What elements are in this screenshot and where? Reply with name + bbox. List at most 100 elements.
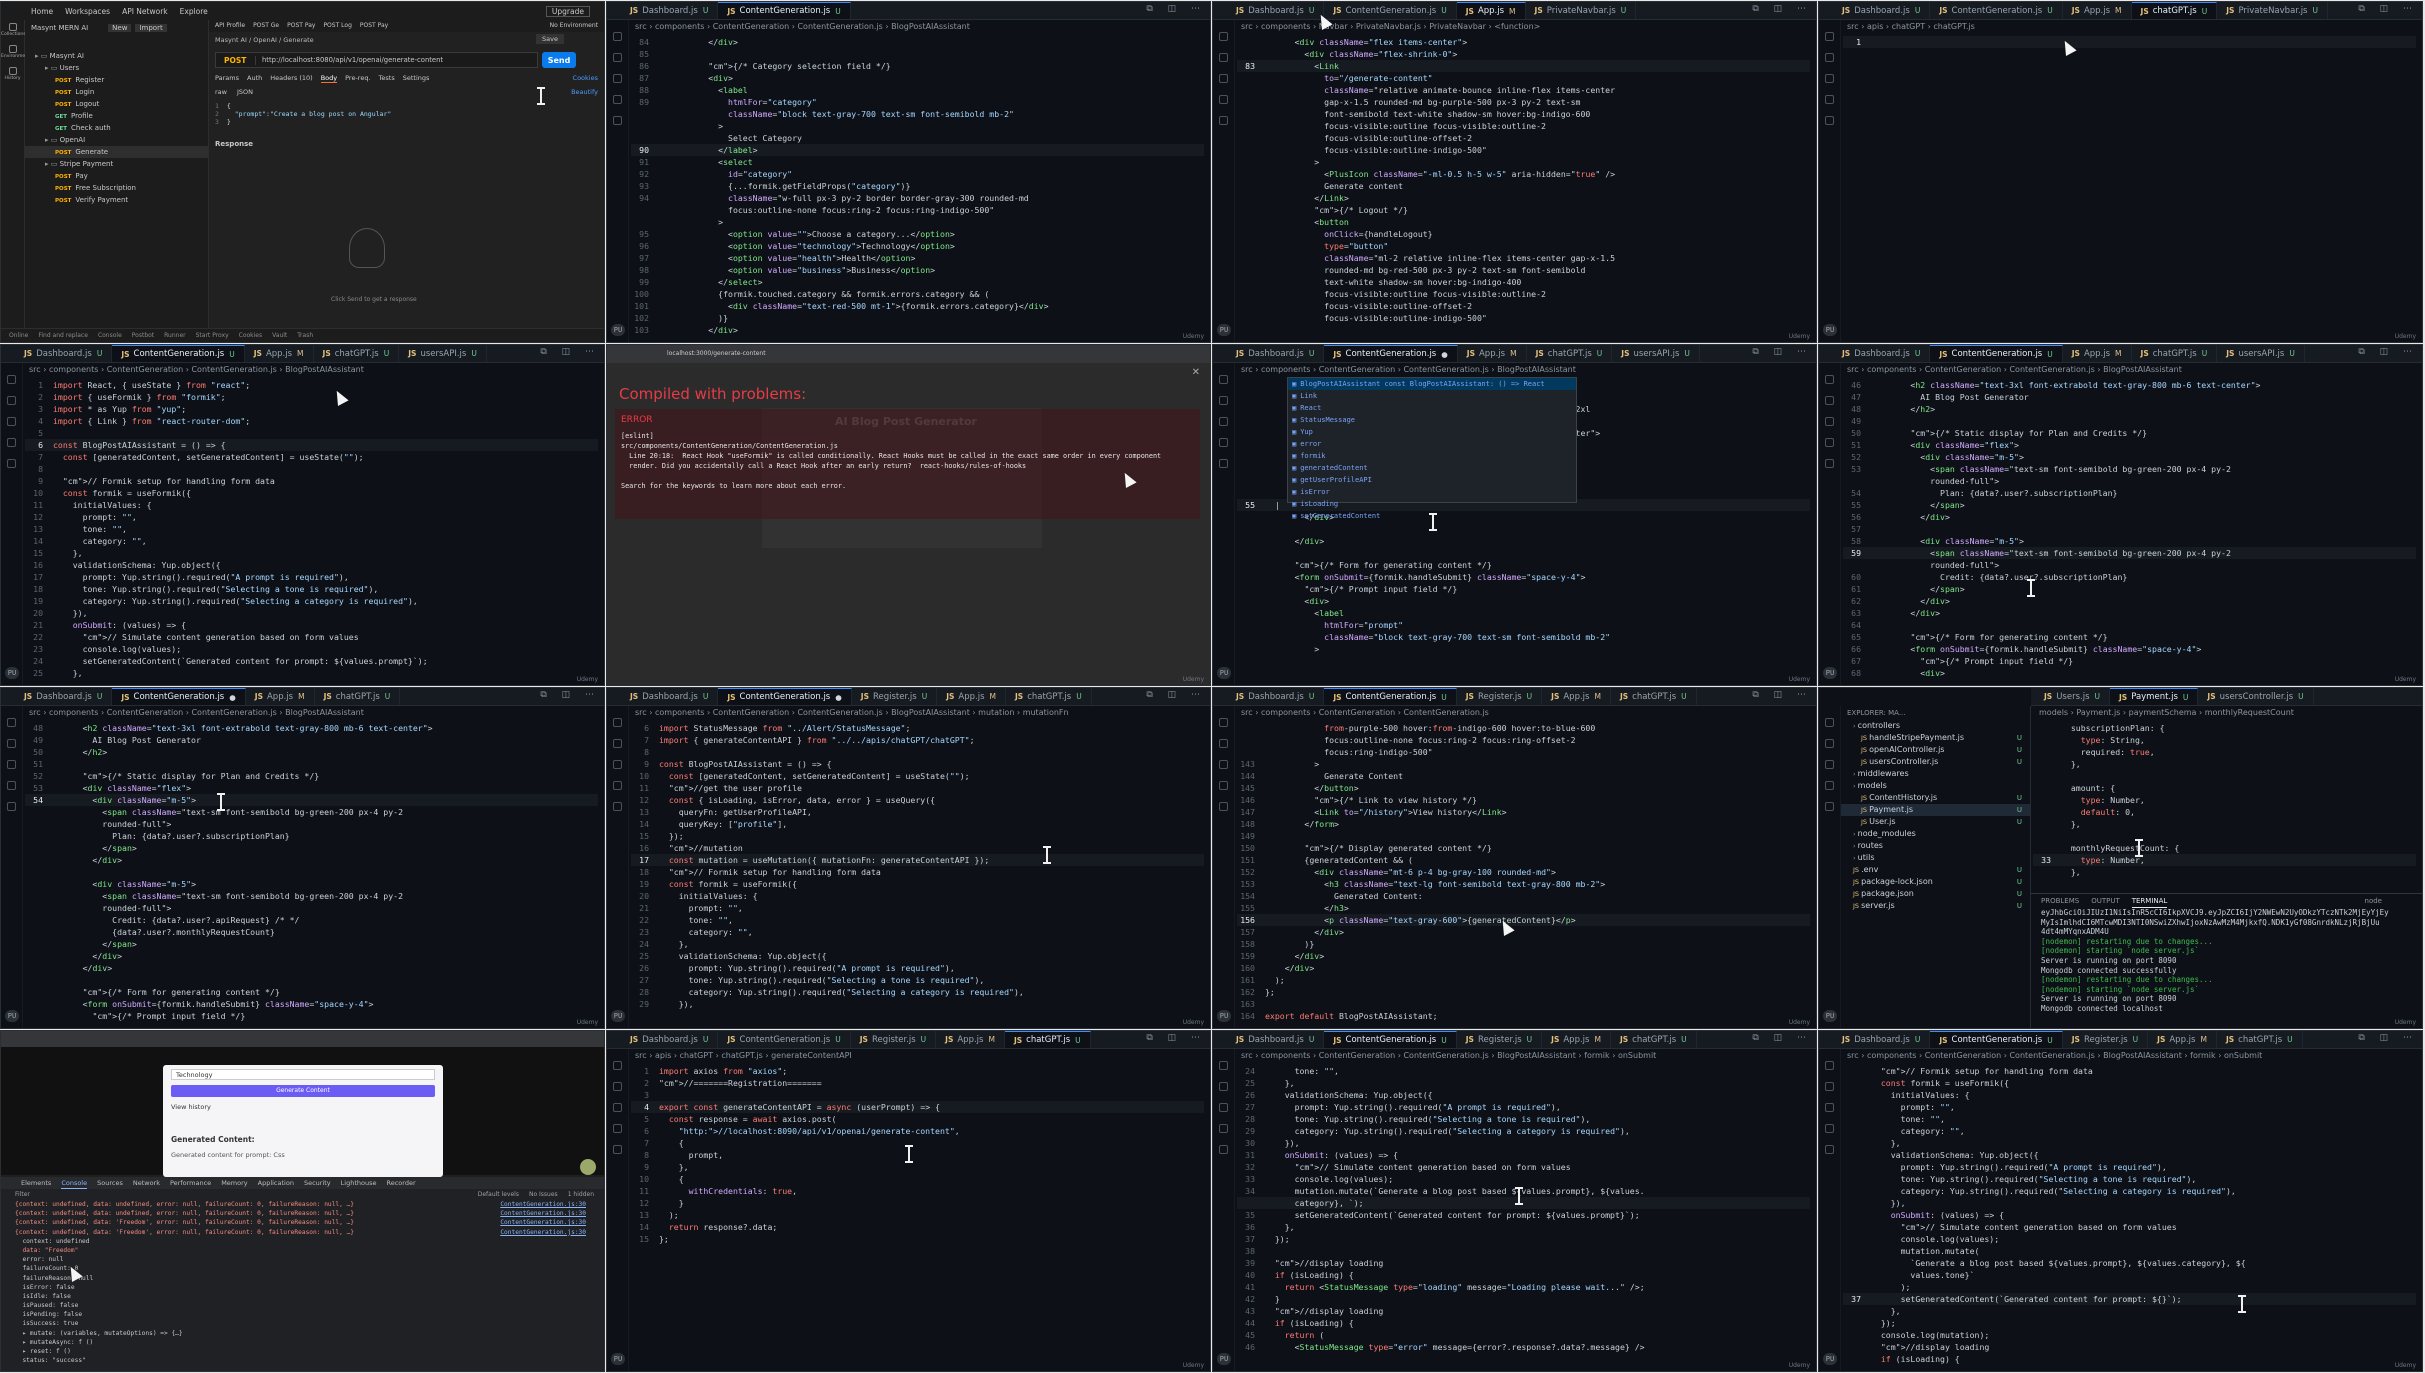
account-badge-icon[interactable]: PU [1217, 324, 1231, 336]
nav-item[interactable]: Workspaces [65, 7, 110, 16]
file-tree-item[interactable]: › controllers [1841, 720, 2030, 732]
tab-app-js[interactable]: JS App.js M [1456, 2, 1526, 19]
files-icon[interactable] [1219, 718, 1228, 727]
tree-item[interactable]: POST Verify Payment [25, 194, 208, 206]
file-tree-item[interactable]: › node_modules [1841, 828, 2030, 840]
breadcrumb-item[interactable]: chatGPT [680, 1051, 713, 1060]
source-control-icon[interactable] [1825, 417, 1834, 426]
breadcrumb-item[interactable]: ContentGeneration.js [191, 708, 276, 717]
subtab[interactable]: Body [320, 74, 338, 83]
editor-actions[interactable]: ⧉ ◫ ⋯ [540, 690, 600, 700]
tree-item[interactable]: POST Generate [25, 146, 208, 158]
tab-contentgeneration-js[interactable]: JS ContentGeneration.js ● [1324, 345, 1458, 362]
autocomplete-item[interactable]: ▣ Link [1288, 390, 1576, 402]
breadcrumb-item[interactable]: Payment.js [2076, 708, 2120, 717]
breadcrumb-item[interactable]: BlogPostAIAssistant [2103, 1051, 2182, 1060]
breadcrumb-item[interactable]: src [1241, 22, 1253, 31]
console-line[interactable]: status: "success" [1, 1356, 604, 1365]
breadcrumb-item[interactable]: src [1847, 1051, 1859, 1060]
tab-app-js[interactable]: JS App.js M [2063, 2, 2132, 19]
breadcrumb-item[interactable]: chatGPT.js [721, 1051, 762, 1060]
tab-chatgpt-js[interactable]: JS chatGPT.js U [315, 688, 401, 705]
environment-select[interactable]: No Environment [550, 20, 598, 32]
tab-contentgeneration-js[interactable]: JS ContentGeneration.js U [1930, 1031, 2063, 1048]
cookies-link[interactable]: Cookies [573, 74, 598, 83]
devtools-tab[interactable]: Sources [97, 1177, 123, 1189]
tab-dashboard-js[interactable]: JS Dashboard.js U [1833, 2, 1931, 19]
tab-dashboard-js[interactable]: JS Dashboard.js U [621, 2, 719, 19]
tab-dashboard-js[interactable]: JS Dashboard.js U [1833, 1031, 1931, 1048]
breadcrumb-item[interactable]: ContentGeneration [713, 708, 789, 717]
search-icon[interactable] [1825, 739, 1834, 748]
breadcrumb-item[interactable]: ContentGeneration.js [797, 22, 882, 31]
tab-contentgeneration-js[interactable]: JS ContentGeneration.js U [718, 2, 851, 19]
tab-contentgeneration-js[interactable]: JS ContentGeneration.js U [1930, 2, 2063, 19]
console-source-link[interactable]: ContentGeneration.js:30 [500, 1218, 586, 1227]
tab-register-js[interactable]: JS Register.js U [851, 1031, 937, 1048]
sidebar-environments[interactable]: Environments [1, 42, 32, 64]
console-line[interactable]: ▸ mutateAsync: f () [1, 1338, 604, 1347]
subtab[interactable]: Headers (10) [270, 74, 312, 83]
tab-register-js[interactable]: JS Register.js U [1457, 1031, 1543, 1048]
breadcrumb-item[interactable]: ContentGeneration.js [191, 365, 276, 374]
breadcrumb-item[interactable]: src [1241, 708, 1253, 717]
search-icon[interactable] [1825, 53, 1834, 62]
breadcrumb-item[interactable]: PrivateNavbar [1429, 22, 1486, 31]
method-select[interactable]: POST [216, 55, 256, 65]
devtools-tab[interactable]: Security [304, 1177, 331, 1189]
tab-dashboard-js[interactable]: JS Dashboard.js U [15, 688, 113, 705]
files-icon[interactable] [1219, 32, 1228, 41]
breadcrumb-item[interactable]: mutation [978, 708, 1014, 717]
source-control-icon[interactable] [7, 417, 16, 426]
extensions-icon[interactable] [1219, 802, 1228, 811]
console-line[interactable]: isPaused: false [1, 1301, 604, 1310]
file-tree-item[interactable]: JS server.js U [1841, 900, 2030, 912]
code-editor[interactable]: 1 import axios from "axios"; 2 "cm">//=====… [631, 1065, 1204, 1367]
tab-dashboard-js[interactable]: JS Dashboard.js U [621, 1031, 719, 1048]
subtab[interactable]: Auth [247, 74, 262, 83]
tab-app-js[interactable]: JS App.js M [1542, 688, 1611, 705]
breadcrumb-item[interactable]: BlogPostAIAssistant [285, 365, 364, 374]
subtab[interactable]: Pre-req. [345, 74, 370, 83]
extensions-icon[interactable] [7, 459, 16, 468]
terminal-tab[interactable]: TERMINAL [2131, 894, 2168, 908]
files-icon[interactable] [1825, 718, 1834, 727]
tab-chatgpt-js[interactable]: JS chatGPT.js U [2131, 2, 2218, 19]
editor-actions[interactable]: ⧉ ◫ ⋯ [1752, 4, 1812, 14]
breadcrumb-item[interactable]: src [635, 1051, 647, 1060]
code-editor[interactable]: "cm">// Formik setup for handling form d… [1843, 1065, 2416, 1367]
search-icon[interactable] [1219, 396, 1228, 405]
search-icon[interactable] [613, 53, 622, 62]
breadcrumb-item[interactable]: chatGPT.js [1933, 22, 1974, 31]
console-line[interactable]: {context: undefined, data: 'Freedom', er… [1, 1218, 604, 1227]
autocomplete-item[interactable]: ▣ React [1288, 402, 1576, 414]
status-item[interactable]: Postbot [132, 332, 154, 339]
account-badge-icon[interactable]: PU [1217, 667, 1231, 679]
source-control-icon[interactable] [1219, 417, 1228, 426]
debug-icon[interactable] [1825, 1124, 1834, 1133]
breadcrumb-item[interactable]: ContentGeneration [1319, 1051, 1395, 1060]
devtools-tab[interactable]: Network [133, 1177, 160, 1189]
terminal-tab[interactable]: PROBLEMS [2041, 894, 2079, 908]
console-line[interactable]: {context: undefined, data: 'Freedom', er… [1, 1228, 604, 1237]
tree-item[interactable]: POST Free Subscription [25, 182, 208, 194]
console-source-link[interactable]: ContentGeneration.js:30 [500, 1228, 586, 1237]
account-badge-icon[interactable]: PU [611, 324, 625, 336]
status-item[interactable]: Runner [164, 332, 185, 339]
search-icon[interactable] [7, 396, 16, 405]
tab-chatgpt-js[interactable]: JS chatGPT.js U [1611, 688, 1697, 705]
tab-dashboard-js[interactable]: JS Dashboard.js U [1833, 345, 1931, 362]
request-tab[interactable]: POST Pay [287, 20, 315, 32]
source-control-icon[interactable] [1825, 74, 1834, 83]
view-history-link[interactable]: View history [171, 1103, 211, 1111]
files-icon[interactable] [1825, 32, 1834, 41]
editor-actions[interactable]: ⧉ ◫ ⋯ [1146, 690, 1206, 700]
devtools-tab[interactable]: Application [258, 1177, 294, 1189]
console-line[interactable]: ▸ reset: f () [1, 1347, 604, 1356]
tree-item[interactable]: POST Pay [25, 170, 208, 182]
tab-dashboard-js[interactable]: JS Dashboard.js U [621, 688, 719, 705]
tab-contentgeneration-js[interactable]: JS ContentGeneration.js ● [112, 688, 246, 705]
code-editor[interactable]: 84 </div> 85 86 "cm">{/* Category selectio… [631, 36, 1204, 338]
source-control-icon[interactable] [1825, 760, 1834, 769]
tree-item[interactable]: POST Login [25, 86, 208, 98]
